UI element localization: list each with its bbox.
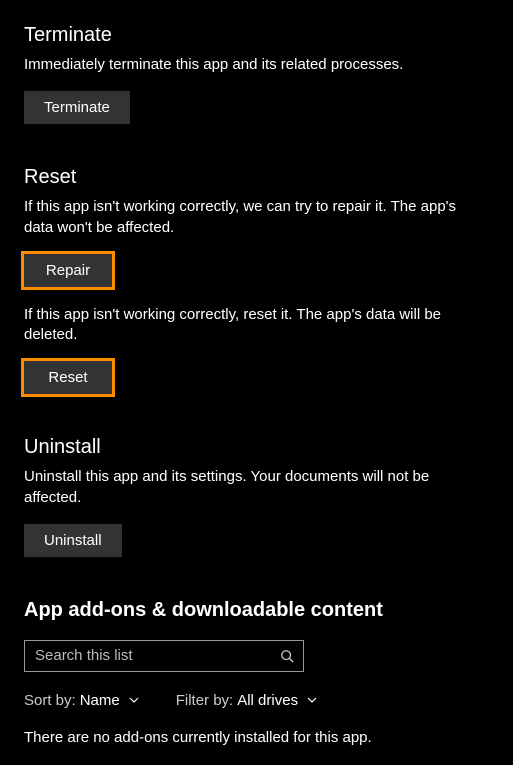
search-input[interactable] <box>35 647 277 664</box>
filter-value: All drives <box>237 692 298 709</box>
filter-label: Filter by: <box>176 692 234 709</box>
sort-label: Sort by: <box>24 692 76 709</box>
terminate-description: Immediately terminate this app and its r… <box>24 55 489 75</box>
repair-button[interactable]: Repair <box>24 254 112 287</box>
uninstall-button[interactable]: Uninstall <box>24 524 122 557</box>
reset-button[interactable]: Reset <box>24 361 112 394</box>
search-icon <box>277 649 297 663</box>
sort-dropdown[interactable]: Sort by: Name <box>24 692 140 709</box>
uninstall-section: Uninstall Uninstall this app and its set… <box>24 436 489 557</box>
search-box[interactable] <box>24 640 304 672</box>
terminate-button[interactable]: Terminate <box>24 91 130 124</box>
uninstall-heading: Uninstall <box>24 436 489 459</box>
reset-section: Reset If this app isn't working correctl… <box>24 166 489 394</box>
filter-row: Sort by: Name Filter by: All drives <box>24 692 489 709</box>
repair-description: If this app isn't working correctly, we … <box>24 197 489 238</box>
chevron-down-icon <box>306 694 318 706</box>
filter-dropdown[interactable]: Filter by: All drives <box>176 692 318 709</box>
uninstall-description: Uninstall this app and its settings. You… <box>24 467 489 508</box>
reset-description: If this app isn't working correctly, res… <box>24 305 489 346</box>
chevron-down-icon <box>128 694 140 706</box>
addons-section: App add-ons & downloadable content Sort … <box>24 599 489 746</box>
reset-heading: Reset <box>24 166 489 189</box>
addons-empty-state: There are no add-ons currently installed… <box>24 729 489 746</box>
sort-value: Name <box>80 692 120 709</box>
terminate-heading: Terminate <box>24 24 489 47</box>
terminate-section: Terminate Immediately terminate this app… <box>24 24 489 124</box>
addons-heading: App add-ons & downloadable content <box>24 599 489 622</box>
